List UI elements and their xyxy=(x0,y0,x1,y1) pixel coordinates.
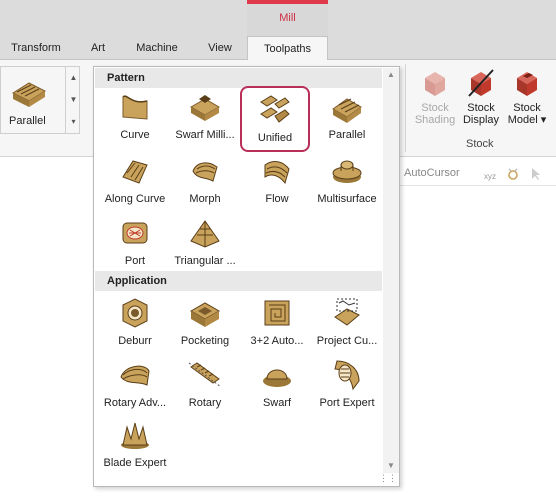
item-port-expert[interactable]: Port Expert xyxy=(310,357,384,417)
port-expert-icon xyxy=(334,360,360,391)
item-port[interactable]: Port xyxy=(98,215,172,275)
item-multisurface[interactable]: Multisurface xyxy=(310,153,384,213)
unified-icon xyxy=(260,95,290,123)
scroll-up-arrow[interactable]: ▲ xyxy=(383,68,399,82)
item-pocketing-label: Pocketing xyxy=(180,335,230,347)
triangular-icon xyxy=(190,220,220,248)
context-tab-mill[interactable]: Mill xyxy=(247,0,328,36)
parallel-icon xyxy=(332,98,362,123)
tab-machine[interactable]: Machine xyxy=(128,36,186,60)
rotary-icon xyxy=(188,362,222,388)
stock-shading-icon xyxy=(425,72,445,96)
morph-icon xyxy=(192,162,218,182)
dropdown-scrollbar[interactable]: ▲ ▼ xyxy=(383,68,399,473)
item-flow-label: Flow xyxy=(265,193,289,205)
item-parallel-label: Parallel xyxy=(328,129,366,141)
item-rotary[interactable]: Rotary xyxy=(168,357,242,417)
stock-display-icon xyxy=(468,69,494,97)
item-pocketing[interactable]: Pocketing xyxy=(168,295,242,355)
stock-group-label: Stock xyxy=(466,138,494,150)
view-subtoolbar: AutoCursor xyz xyxy=(400,162,556,186)
item-deburr-label: Deburr xyxy=(118,335,152,347)
item-triangular-label: Triangular ... xyxy=(174,255,236,267)
rotary-advanced-icon xyxy=(120,365,150,386)
gallery-selected-label: Parallel xyxy=(9,115,46,127)
item-blade-expert-label: Blade Expert xyxy=(103,457,167,469)
item-morph[interactable]: Morph xyxy=(168,153,242,213)
port-icon xyxy=(122,222,148,244)
item-swarf-milling-label: Swarf Milli... xyxy=(175,129,235,141)
swarf-icon xyxy=(263,369,291,387)
blade-expert-icon xyxy=(121,422,149,449)
resize-grip-icon[interactable]: ⋮⋮ xyxy=(379,473,397,484)
item-triangular[interactable]: Triangular ... xyxy=(168,215,242,275)
scroll-down-arrow[interactable]: ▼ xyxy=(383,459,399,473)
tab-art[interactable]: Art xyxy=(82,36,114,60)
flow-icon xyxy=(264,161,290,185)
item-project-curve-label: Project Cu... xyxy=(316,335,378,347)
item-flow[interactable]: Flow xyxy=(240,153,314,213)
stock-display-label-1: Stock xyxy=(467,102,495,114)
item-parallel[interactable]: Parallel xyxy=(310,89,384,149)
project-curve-icon xyxy=(334,298,360,326)
ribbon-tab-row: Transform Art Machine View Toolpaths xyxy=(0,36,556,61)
item-port-expert-label: Port Expert xyxy=(319,397,375,409)
item-along-curve-label: Along Curve xyxy=(104,193,166,205)
item-along-curve[interactable]: Along Curve xyxy=(98,153,172,213)
stock-display-button[interactable]: Stock Display xyxy=(458,66,504,126)
item-rotary-advanced-label: Rotary Adv... xyxy=(103,397,167,409)
stock-shading-button[interactable]: Stock Shading xyxy=(412,66,458,126)
item-curve-label: Curve xyxy=(120,129,150,141)
item-port-label: Port xyxy=(124,255,146,267)
stock-display-label-2: Display xyxy=(462,114,500,126)
toolpath-dropdown-panel: Pattern Curve Swarf Milli... Unified Par… xyxy=(93,66,400,487)
stock-model-label-2: Model ▾ xyxy=(507,114,547,126)
gallery-up-button[interactable]: ▲ xyxy=(65,67,81,89)
section-header-application: Application xyxy=(95,271,382,291)
item-swarf-milling[interactable]: Swarf Milli... xyxy=(168,89,242,149)
curve-icon xyxy=(122,95,148,120)
snap-icon[interactable] xyxy=(506,167,520,181)
item-rotary-advanced[interactable]: Rotary Adv... xyxy=(98,357,172,417)
autocursor-label[interactable]: AutoCursor xyxy=(404,167,460,179)
deburr-icon xyxy=(122,298,148,328)
along-curve-icon xyxy=(122,160,148,184)
stock-shading-label-1: Stock xyxy=(421,102,449,114)
item-multisurface-label: Multisurface xyxy=(317,193,377,205)
stock-shading-label-2: Shading xyxy=(414,114,456,126)
stock-model-label-1: Stock xyxy=(513,102,541,114)
item-curve[interactable]: Curve xyxy=(98,89,172,149)
item-rotary-label: Rotary xyxy=(188,397,222,409)
item-swarf-label: Swarf xyxy=(262,397,292,409)
3plus2-auto-icon xyxy=(264,300,290,326)
parallel-icon xyxy=(11,82,47,107)
tab-toolpaths[interactable]: Toolpaths xyxy=(247,36,328,61)
stock-model-button[interactable]: Stock Model ▾ xyxy=(504,66,550,126)
swarf-milling-icon xyxy=(189,95,221,121)
item-project-curve[interactable]: Project Cu... xyxy=(310,295,384,355)
item-morph-label: Morph xyxy=(189,193,221,205)
gallery-expand-button[interactable]: ▾ xyxy=(65,111,81,133)
stock-model-icon xyxy=(517,72,537,96)
item-3plus2-auto-label: 3+2 Auto... xyxy=(250,335,304,347)
pocketing-icon xyxy=(189,302,221,327)
toolpath-gallery[interactable]: Parallel ▲ ▼ ▾ xyxy=(0,66,80,134)
item-unified-label: Unified xyxy=(257,132,293,144)
pointer-icon[interactable] xyxy=(530,167,542,181)
item-unified[interactable]: Unified xyxy=(240,86,310,152)
gallery-down-button[interactable]: ▼ xyxy=(65,89,81,111)
item-swarf[interactable]: Swarf xyxy=(240,357,314,417)
item-blade-expert[interactable]: Blade Expert xyxy=(98,417,172,477)
item-3plus2-auto[interactable]: 3+2 Auto... xyxy=(240,295,314,355)
xyz-icon[interactable]: xyz xyxy=(484,168,500,182)
context-tab-mill-label: Mill xyxy=(279,12,296,24)
multisurface-icon xyxy=(332,160,362,183)
tab-view[interactable]: View xyxy=(198,36,242,60)
section-header-pattern: Pattern xyxy=(95,68,382,88)
ribbon-separator xyxy=(405,64,406,152)
tab-transform[interactable]: Transform xyxy=(4,36,68,60)
svg-text:xyz: xyz xyxy=(484,172,496,181)
item-deburr[interactable]: Deburr xyxy=(98,295,172,355)
